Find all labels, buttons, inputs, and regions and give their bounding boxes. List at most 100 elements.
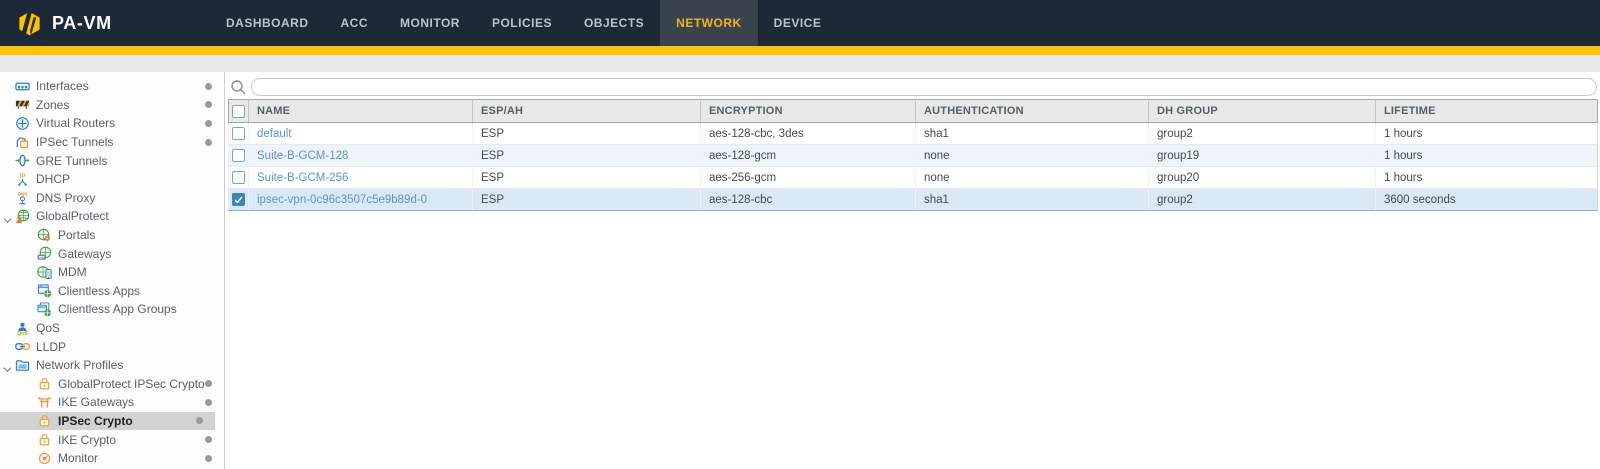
gre-tunnels-icon	[14, 153, 30, 169]
drag-anchor-dot	[205, 139, 212, 146]
cell-encryption: aes-256-gcm	[701, 167, 916, 189]
sidebar-item-ike-crypto[interactable]: IKE Crypto	[0, 430, 224, 449]
cell-name[interactable]: default	[249, 123, 473, 145]
sidebar-item-ipsec-crypto[interactable]: IPSec Crypto	[0, 412, 215, 431]
table-row[interactable]: ipsec-vpn-0c96c3507c5e9b89d-0ESPaes-128-…	[229, 189, 1598, 211]
profiles-table: NAMEESP/AHENCRYPTIONAUTHENTICATIONDH GRO…	[228, 99, 1598, 211]
cell-lifetime: 3600 seconds	[1376, 189, 1598, 211]
search-input[interactable]	[251, 78, 1597, 96]
row-checkbox-cell	[229, 123, 249, 145]
sidebar-item-portals[interactable]: Portals	[0, 226, 224, 245]
sidebar-tree: Interfaces ZonesVirtual Routers IPSec Tunn…	[0, 72, 225, 469]
row-checkbox[interactable]	[232, 149, 245, 162]
sidebar-item-ike-gateways[interactable]: IKE Gateways	[0, 393, 224, 412]
nav-tab-network[interactable]: NETWORK	[660, 0, 758, 46]
sidebar-item-label: Clientless Apps	[58, 284, 140, 298]
paloalto-logo-icon	[16, 10, 43, 37]
sidebar-item-label: Gateways	[58, 247, 111, 261]
clientless-apps-icon	[36, 283, 52, 299]
cell-authentication: sha1	[916, 123, 1149, 145]
cell-esp-ah: ESP	[473, 167, 701, 189]
sidebar-item-qos[interactable]: QoSQoS	[0, 319, 224, 338]
sidebar-item-clientless-app-groups[interactable]: Clientless App Groups	[0, 300, 224, 319]
drag-anchor-dot	[196, 417, 203, 424]
table-row[interactable]: Suite-B-GCM-128ESPaes-128-gcmnonegroup19…	[229, 145, 1598, 167]
toolbar-strip	[0, 55, 1600, 72]
table-row[interactable]: Suite-B-GCM-256ESPaes-256-gcmnonegroup20…	[229, 167, 1598, 189]
sidebar-item-ipsec-tunnels[interactable]: IPSec Tunnels	[0, 133, 224, 152]
table-header-row: NAMEESP/AHENCRYPTIONAUTHENTICATIONDH GRO…	[229, 100, 1598, 123]
sidebar-item-label: GRE Tunnels	[36, 154, 107, 168]
app-logo: PA-VM	[0, 0, 182, 46]
monitor-icon	[36, 450, 52, 466]
cell-name[interactable]: ipsec-vpn-0c96c3507c5e9b89d-0	[249, 189, 473, 211]
sidebar-item-globalprotect-ipsec-crypto[interactable]: GlobalProtect IPSec Crypto	[0, 375, 224, 394]
column-header-authentication[interactable]: AUTHENTICATION	[916, 100, 1149, 123]
drag-anchor-dot	[205, 83, 212, 90]
sidebar-item-zones[interactable]: Zones	[0, 96, 224, 115]
sidebar-item-label: IPSec Crypto	[58, 414, 133, 428]
sidebar-item-label: MDM	[58, 265, 87, 279]
select-all-checkbox[interactable]	[232, 105, 245, 118]
sidebar-item-clientless-apps[interactable]: Clientless Apps	[0, 282, 224, 301]
nav-tab-dashboard[interactable]: DASHBOARD	[210, 0, 325, 46]
nav-tab-device[interactable]: DEVICE	[758, 0, 838, 46]
column-header-name[interactable]: NAME	[249, 100, 473, 123]
sidebar-item-label: Virtual Routers	[36, 116, 115, 130]
drag-anchor-dot	[205, 455, 212, 462]
drag-anchor-dot	[205, 436, 212, 443]
sidebar-item-globalprotect[interactable]: GlobalProtect	[0, 207, 224, 226]
row-checkbox[interactable]	[232, 193, 245, 206]
nav-tab-acc[interactable]: ACC	[325, 0, 385, 46]
cell-dh-group: group2	[1149, 189, 1376, 211]
sidebar-item-network-profiles[interactable]: Network Profiles	[0, 356, 224, 375]
app-title: PA-VM	[52, 13, 112, 34]
sidebar-item-label: Portals	[58, 228, 95, 242]
column-header-encryption[interactable]: ENCRYPTION	[701, 100, 916, 123]
drag-anchor-dot	[205, 101, 212, 108]
globalprotect-icon	[14, 208, 30, 224]
column-header-dh-group[interactable]: DH GROUP	[1149, 100, 1376, 123]
sidebar-item-gre-tunnels[interactable]: GRE Tunnels	[0, 151, 224, 170]
sidebar-item-monitor[interactable]: Monitor	[0, 449, 224, 468]
sidebar-item-gateways[interactable]: Gateways	[0, 244, 224, 263]
nav-tab-policies[interactable]: POLICIES	[476, 0, 568, 46]
nav-tab-objects[interactable]: OBJECTS	[568, 0, 660, 46]
cell-dh-group: group19	[1149, 145, 1376, 167]
column-header-lifetime[interactable]: LIFETIME	[1376, 100, 1598, 123]
sidebar-item-interfaces[interactable]: Interfaces	[0, 77, 224, 96]
sidebar-item-mdm[interactable]: MDM	[0, 263, 224, 282]
svg-text:QoS: QoS	[17, 331, 28, 336]
sidebar-item-label: Interfaces	[36, 79, 89, 93]
row-checkbox[interactable]	[232, 171, 245, 184]
cell-dh-group: group2	[1149, 123, 1376, 145]
top-navbar: PA-VM DASHBOARDACCMONITORPOLICIESOBJECTS…	[0, 0, 1600, 46]
interfaces-icon	[14, 78, 30, 94]
row-checkbox-cell	[229, 145, 249, 167]
ipsec-tunnels-icon	[14, 134, 30, 150]
sidebar-item-label: GlobalProtect IPSec Crypto	[58, 377, 205, 391]
content-area: NAMEESP/AHENCRYPTIONAUTHENTICATIONDH GRO…	[225, 72, 1600, 469]
dhcp-icon: IP	[14, 171, 30, 187]
nav-tab-monitor[interactable]: MONITOR	[384, 0, 476, 46]
gateways-icon	[36, 246, 52, 262]
cell-name[interactable]: Suite-B-GCM-128	[249, 145, 473, 167]
table-row[interactable]: defaultESPaes-128-cbc, 3dessha1group21 h…	[229, 123, 1598, 145]
sidebar-item-label: Clientless App Groups	[58, 302, 177, 316]
qos-icon: QoS	[14, 320, 30, 336]
cell-name[interactable]: Suite-B-GCM-256	[249, 167, 473, 189]
select-all-header-cell	[229, 100, 249, 123]
sidebar-item-dns-proxy[interactable]: DNSDNS Proxy	[0, 189, 224, 208]
virtual-routers-icon	[14, 115, 30, 131]
cell-esp-ah: ESP	[473, 123, 701, 145]
sidebar-item-label: Monitor	[58, 451, 98, 465]
column-header-esp-ah[interactable]: ESP/AH	[473, 100, 701, 123]
sidebar-item-lldp[interactable]: LLDP	[0, 337, 224, 356]
sidebar-item-virtual-routers[interactable]: Virtual Routers	[0, 114, 224, 133]
cell-lifetime: 1 hours	[1376, 145, 1598, 167]
lldp-icon	[14, 339, 30, 355]
row-checkbox[interactable]	[232, 127, 245, 140]
cell-authentication: none	[916, 167, 1149, 189]
sidebar-item-dhcp[interactable]: IPDHCP	[0, 170, 224, 189]
sidebar-item-label: Network Profiles	[36, 358, 123, 372]
